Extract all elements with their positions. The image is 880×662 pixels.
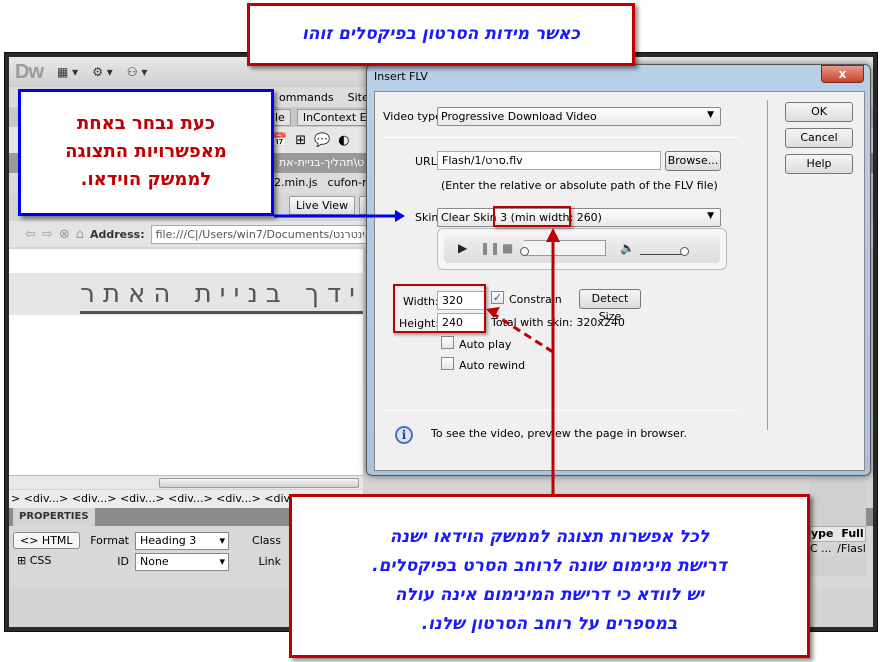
skin-preview: ▶ ❚❚ ■ 🔈: [437, 228, 727, 270]
callout-bottom-line: במספרים על רוחב הסרטון שלנו.: [421, 614, 678, 634]
properties-tab[interactable]: PROPERTIES: [13, 508, 95, 526]
info-icon: i: [395, 426, 413, 444]
divider-vertical: [767, 100, 768, 430]
forward-icon[interactable]: ⇨: [42, 227, 53, 242]
cell-full: /Flasl: [837, 542, 866, 555]
callout-bottom-line: יש לוודא כי דרישת המינימום אינה עולה: [394, 585, 705, 605]
chevron-down-icon: ▼: [707, 110, 714, 120]
stop-icon[interactable]: ⊗: [59, 227, 70, 242]
callout-bottom: לכל אפשרות תצוגה לממשק הוידאו ישנה דרישת…: [289, 494, 810, 658]
menu-commands[interactable]: ommands: [279, 91, 334, 104]
close-button[interactable]: x: [821, 65, 864, 83]
comment-icon[interactable]: 💬: [314, 133, 330, 148]
url-input[interactable]: Flash/1/סרט.flv: [437, 151, 661, 170]
auto-play-checkbox[interactable]: [441, 336, 454, 349]
cell-type: C ...: [810, 542, 832, 555]
divider: [383, 410, 739, 411]
play-icon: ▶: [458, 241, 468, 255]
callout-left: כעת נבחר באחת מאפשרויות התצוגה לממשק הוי…: [18, 89, 274, 216]
auto-rewind-checkbox[interactable]: [441, 357, 454, 370]
site-heading[interactable]: ידך בניית האתר: [80, 279, 363, 314]
callout-left-line: לממשק הוידאו.: [80, 169, 212, 190]
auto-rewind-label: Auto rewind: [459, 359, 526, 372]
skin-select[interactable]: Clear Skin 3 (min width: 260) ▼: [437, 208, 721, 227]
stop-icon: ■: [502, 241, 514, 255]
css-mode-button[interactable]: ⊞ CSS: [17, 554, 51, 567]
callout-top-text: כאשר מידות הסרטון בפיקסלים זוהו: [302, 24, 580, 44]
css-icon: ⊞: [17, 554, 30, 567]
live-view-button[interactable]: Live View: [289, 195, 356, 215]
head-icon[interactable]: ◐: [338, 133, 349, 148]
detect-size-button[interactable]: Detect Size: [579, 289, 641, 323]
class-label: Class: [252, 534, 281, 547]
close-icon: x: [838, 67, 847, 81]
html-mode-button[interactable]: <> HTML: [13, 532, 80, 549]
browse-button[interactable]: Browse...: [665, 151, 721, 171]
callout-left-line: כעת נבחר באחת: [76, 113, 216, 134]
link-label: Link: [258, 555, 281, 568]
min-width-highlight: [493, 206, 571, 227]
callout-bottom-line: דרישת מינימום שונה לרוחב הסרט בפיקסלים.: [372, 556, 727, 576]
format-label: Format: [90, 534, 129, 547]
volume-knob: [680, 247, 689, 256]
server-include-icon[interactable]: ⊞: [295, 133, 306, 148]
ok-button[interactable]: OK: [785, 102, 853, 122]
panel-row[interactable]: C ... /Flasl: [810, 542, 866, 556]
css-label: CSS: [29, 554, 52, 567]
column-type[interactable]: ype: [811, 527, 834, 540]
volume-icon: 🔈: [620, 241, 635, 255]
total-with-skin: Total with skin: 320x240: [491, 316, 625, 329]
callout-top: כאשר מידות הסרטון בפיקסלים זוהו: [247, 3, 635, 66]
skin-controls-bar: ▶ ❚❚ ■ 🔈: [444, 235, 720, 263]
callout-bottom-line: לכל אפשרות תצוגה לממשק הוידאו ישנה: [389, 527, 710, 547]
dialog-title: Insert FLV: [374, 70, 428, 83]
seek-bar: [520, 240, 606, 256]
insert-flv-dialog: Insert FLV x Video type: Progressive Dow…: [366, 64, 871, 476]
design-view[interactable]: ידך בניית האתר: [9, 249, 363, 475]
id-label: ID: [117, 555, 129, 568]
dw-logo: Dw: [15, 60, 44, 83]
related-file[interactable]: 2.min.js: [274, 173, 318, 193]
callout-left-line: מאפשרויות התצוגה: [65, 141, 227, 162]
layout-icon[interactable]: ▦ ▾: [57, 65, 78, 79]
site-icon[interactable]: ⚇ ▾: [127, 65, 148, 79]
url-hint: (Enter the relative or absolute path of …: [441, 179, 718, 192]
constrain-checkbox[interactable]: ✓: [491, 291, 504, 304]
panel-column-headers: ype Full: [810, 526, 866, 542]
constrain-label: Constrain: [509, 293, 562, 306]
auto-play-label: Auto play: [459, 338, 512, 351]
seek-knob: [520, 247, 529, 256]
dimensions-highlight: [393, 284, 486, 333]
files-panel: ype Full C ... /Flasl: [810, 470, 866, 576]
cancel-button[interactable]: Cancel: [785, 128, 853, 148]
column-full[interactable]: Full: [841, 527, 863, 540]
pause-icon: ❚❚: [480, 241, 501, 255]
scrollbar-thumb[interactable]: [159, 478, 359, 488]
address-label: Address:: [89, 227, 145, 241]
format-select[interactable]: Heading 3: [135, 532, 229, 550]
id-select[interactable]: None: [135, 553, 229, 571]
help-button[interactable]: Help: [785, 154, 853, 174]
back-icon[interactable]: ⇦: [25, 227, 36, 242]
info-text: To see the video, preview the page in br…: [431, 427, 687, 440]
divider: [383, 137, 739, 138]
volume-slider: [640, 254, 686, 255]
gear-icon[interactable]: ⚙ ▾: [92, 65, 113, 79]
dialog-body: Video type: Progressive Download Video ▼…: [374, 91, 865, 471]
video-type-select[interactable]: Progressive Download Video ▼: [437, 107, 721, 126]
horizontal-scrollbar[interactable]: [9, 475, 363, 489]
heading-band: ידך בניית האתר: [9, 273, 363, 315]
chevron-down-icon: ▼: [707, 211, 714, 221]
video-type-value: Progressive Download Video: [441, 110, 597, 123]
home-icon[interactable]: ⌂: [76, 227, 84, 242]
